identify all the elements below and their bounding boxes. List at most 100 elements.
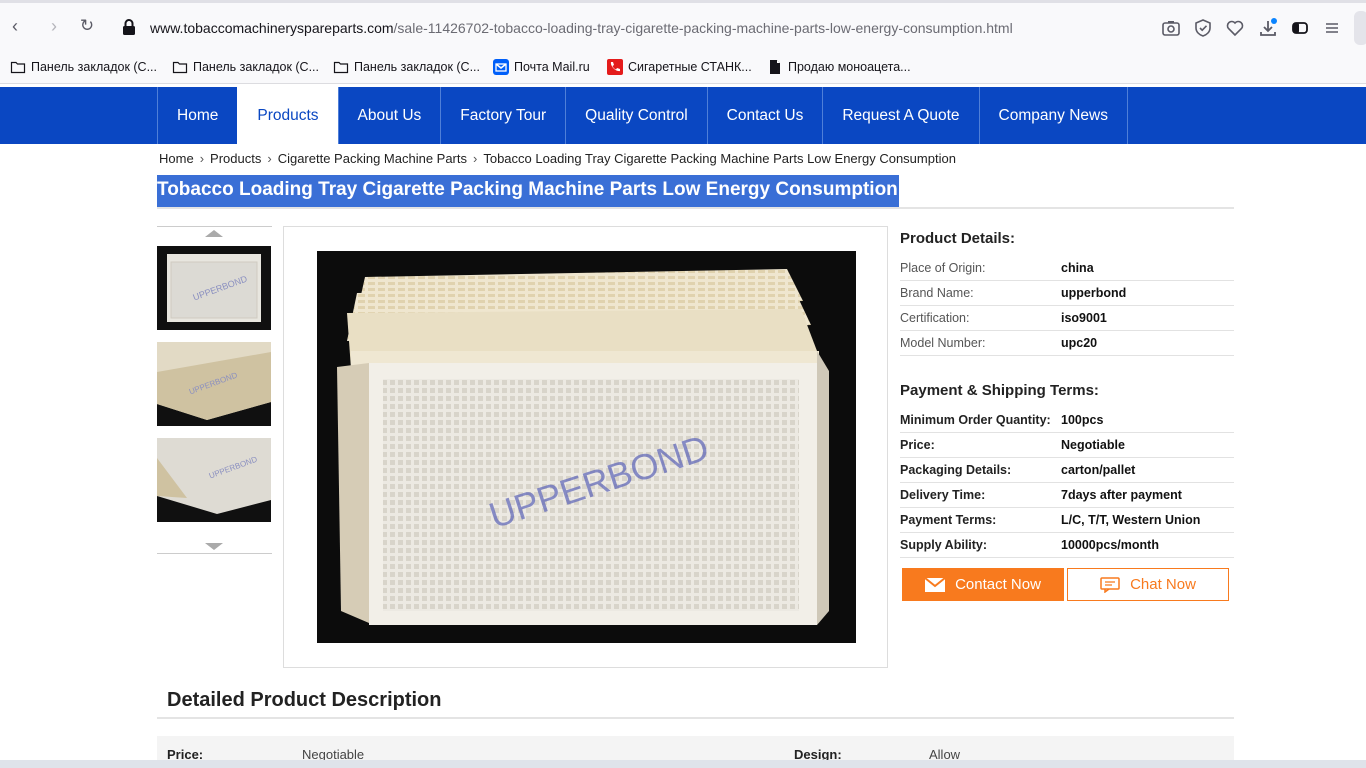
scroll-up-icon[interactable] — [157, 226, 272, 246]
bookmark-folder-2[interactable]: Панель закладок (С... — [172, 59, 319, 75]
detail-value: upc20 — [1061, 336, 1098, 350]
sidebar-toggle[interactable] — [1354, 11, 1366, 45]
product-details: Product Details: Place of Origin: china B… — [900, 226, 1234, 601]
product-image-frame: UPPERBOND — [283, 226, 888, 668]
breadcrumb-home[interactable]: Home — [159, 151, 194, 166]
nav-request-quote[interactable]: Request A Quote — [822, 87, 978, 144]
divider — [157, 717, 1234, 719]
url-path: /sale-11426702-tobacco-loading-tray-ciga… — [393, 20, 1013, 36]
payment-key: Payment Terms: — [900, 513, 997, 527]
description-title: Detailed Product Description — [167, 689, 442, 711]
site-navigation: Home Products About Us Factory Tour Qual… — [0, 87, 1366, 144]
nav-home[interactable]: Home — [157, 87, 237, 144]
detail-key: Model Number: — [900, 336, 986, 350]
nav-contact-us[interactable]: Contact Us — [706, 87, 823, 144]
url-domain: www.tobaccomachineryspareparts.com — [150, 20, 394, 36]
nav-products[interactable]: Products — [237, 87, 338, 144]
bookmark-label: Продаю моноацета... — [788, 60, 911, 74]
thumbnail-2[interactable]: UPPERBOND — [157, 342, 271, 426]
reader-icon[interactable] — [1290, 18, 1310, 38]
contact-now-button[interactable]: Contact Now — [902, 568, 1064, 601]
chat-icon — [1100, 576, 1120, 593]
payment-value: 10000pcs/month — [1061, 538, 1159, 552]
shield-icon[interactable] — [1193, 18, 1213, 38]
payment-key: Price: — [900, 438, 935, 452]
payment-key: Packaging Details: — [900, 463, 1012, 477]
bookmark-label: Панель закладок (С... — [193, 60, 319, 74]
folder-icon — [172, 61, 188, 74]
detail-value: china — [1061, 261, 1094, 275]
forward-icon[interactable]: › — [43, 15, 65, 37]
detail-value: iso9001 — [1061, 311, 1107, 325]
payment-value: Negotiable — [1061, 438, 1125, 452]
detail-key: Place of Origin: — [900, 261, 986, 275]
address-bar[interactable]: www.tobaccomachineryspareparts.com/sale-… — [150, 20, 1013, 36]
heart-icon[interactable] — [1225, 18, 1245, 38]
payment-key: Supply Ability: — [900, 538, 988, 552]
chevron-right-icon: › — [267, 151, 272, 166]
detail-key: Certification: — [900, 311, 970, 325]
detail-row: Model Number: upc20 — [900, 331, 1234, 356]
breadcrumb-category[interactable]: Cigarette Packing Machine Parts — [278, 151, 467, 166]
bookmarks-bar: Панель закладок (С... Панель закладок (С… — [0, 50, 1366, 84]
chevron-right-icon: › — [199, 151, 205, 166]
product-details-title: Product Details: — [900, 230, 1016, 247]
payment-value: 7days after payment — [1061, 488, 1182, 502]
payment-title: Payment & Shipping Terms: — [900, 382, 1099, 399]
menu-icon[interactable] — [1322, 18, 1342, 38]
thumbnail-gallery: UPPERBOND UPPERBOND UPPERBOND — [157, 226, 272, 554]
bookmark-label: Сигаретные СТАНК... — [628, 60, 752, 74]
payment-row: Payment Terms: L/C, T/T, Western Union — [900, 508, 1234, 533]
chat-now-button[interactable]: Chat Now — [1067, 568, 1229, 601]
scroll-down-icon[interactable] — [157, 534, 272, 554]
breadcrumb: Home › Products › Cigarette Packing Mach… — [159, 151, 956, 166]
detail-row: Place of Origin: china — [900, 256, 1234, 281]
back-icon[interactable]: ‹ — [4, 15, 26, 37]
mail-icon — [493, 59, 509, 75]
payment-value: L/C, T/T, Western Union — [1061, 513, 1201, 527]
thumbnail-1[interactable]: UPPERBOND — [157, 246, 271, 330]
chevron-right-icon: › — [473, 151, 478, 166]
taskbar-strip — [0, 760, 1366, 768]
bookmark-folder-3[interactable]: Панель закладок (С... — [333, 59, 480, 75]
page-title: Tobacco Loading Tray Cigarette Packing M… — [157, 175, 899, 207]
payment-row: Supply Ability: 10000pcs/month — [900, 533, 1234, 558]
thumbnail-3[interactable]: UPPERBOND — [157, 438, 271, 522]
nav-factory-tour[interactable]: Factory Tour — [440, 87, 565, 144]
payment-row: Delivery Time: 7days after payment — [900, 483, 1234, 508]
envelope-icon — [925, 577, 946, 592]
screenshot-icon[interactable] — [1161, 18, 1181, 38]
detail-row: Certification: iso9001 — [900, 306, 1234, 331]
payment-value: 100pcs — [1061, 413, 1104, 427]
nav-company-news[interactable]: Company News — [978, 87, 1128, 144]
bookmark-label: Панель закладок (С... — [354, 60, 480, 74]
browser-toolbar: ‹ › ↻ www.tobaccomachineryspareparts.com… — [0, 0, 1366, 50]
payment-key: Delivery Time: — [900, 488, 986, 502]
lock-icon[interactable] — [121, 18, 137, 36]
bookmark-mail[interactable]: Почта Mail.ru — [493, 59, 590, 75]
folder-icon — [333, 61, 349, 74]
product-image[interactable]: UPPERBOND — [317, 251, 856, 643]
breadcrumb-current: Tobacco Loading Tray Cigarette Packing M… — [483, 151, 956, 166]
bookmark-folder-1[interactable]: Панель закладок (С... — [10, 59, 157, 75]
chat-now-label: Chat Now — [1130, 576, 1196, 593]
bookmark-label: Панель закладок (С... — [31, 60, 157, 74]
detail-key: Brand Name: — [900, 286, 974, 300]
reload-icon[interactable]: ↻ — [76, 15, 98, 37]
download-icon[interactable] — [1258, 18, 1278, 38]
bookmark-monoacetate[interactable]: Продаю моноацета... — [767, 59, 911, 75]
detail-value: upperbond — [1061, 286, 1127, 300]
payment-row: Packaging Details: carton/pallet — [900, 458, 1234, 483]
detail-row: Brand Name: upperbond — [900, 281, 1234, 306]
payment-value: carton/pallet — [1061, 463, 1136, 477]
payment-row: Price: Negotiable — [900, 433, 1234, 458]
nav-quality-control[interactable]: Quality Control — [565, 87, 707, 144]
document-icon — [770, 60, 780, 74]
bookmark-label: Почта Mail.ru — [514, 60, 590, 74]
contact-now-label: Contact Now — [955, 576, 1041, 593]
breadcrumb-products[interactable]: Products — [210, 151, 261, 166]
bookmark-cigarette[interactable]: Сигаретные СТАНК... — [607, 59, 752, 75]
nav-about-us[interactable]: About Us — [337, 87, 441, 144]
divider — [157, 207, 1234, 209]
payment-key: Minimum Order Quantity: — [900, 413, 1051, 427]
